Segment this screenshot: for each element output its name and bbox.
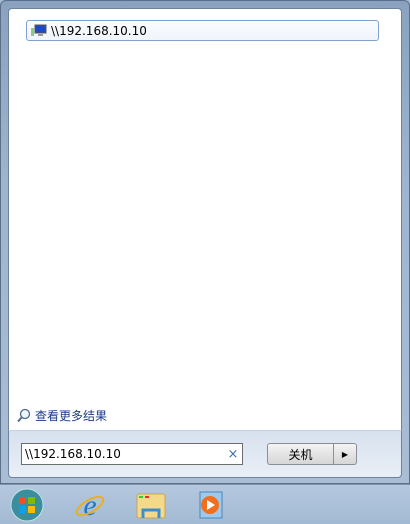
svg-text:e: e	[83, 489, 96, 521]
internet-explorer-taskbar-button[interactable]: e	[72, 487, 108, 523]
search-icon	[17, 408, 31, 423]
search-input[interactable]	[25, 447, 224, 461]
internet-explorer-icon: e	[75, 489, 105, 521]
shutdown-button[interactable]: 关机	[267, 443, 334, 465]
windows-explorer-taskbar-button[interactable]	[133, 487, 169, 523]
results-panel	[8, 8, 402, 430]
result-label: \\192.168.10.10	[51, 23, 147, 38]
taskbar: e	[0, 484, 410, 524]
clear-search-button[interactable]: ×	[224, 447, 242, 462]
windows-orb-icon	[10, 488, 44, 522]
folder-icon	[136, 493, 166, 519]
search-result-item[interactable]: \\192.168.10.10	[26, 20, 379, 41]
media-player-icon	[199, 491, 223, 519]
see-more-label: 查看更多结果	[35, 409, 108, 423]
see-more-results-link[interactable]: 查看更多结果	[16, 407, 107, 424]
shutdown-options-button[interactable]: ▶	[334, 443, 357, 465]
start-button[interactable]	[9, 487, 45, 523]
search-box[interactable]: ×	[21, 443, 243, 465]
media-player-taskbar-button[interactable]	[192, 487, 228, 523]
network-computer-icon	[31, 24, 47, 36]
